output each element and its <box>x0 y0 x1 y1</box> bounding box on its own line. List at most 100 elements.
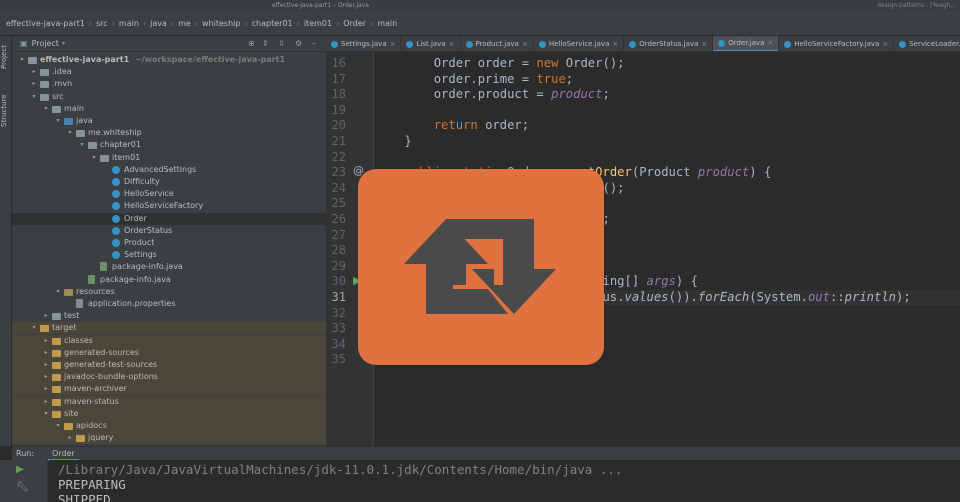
breadcrumb-item[interactable]: whiteship <box>202 19 240 28</box>
run-console[interactable]: /Library/Java/JavaVirtualMachines/jdk-11… <box>49 460 960 502</box>
tree-item[interactable]: Settings <box>12 249 326 261</box>
close-icon[interactable]: × <box>449 36 455 51</box>
tree-item[interactable]: ▾ resources <box>12 286 326 298</box>
chevron-right-icon[interactable]: ▸ <box>42 371 50 383</box>
tree-item[interactable]: ▾ src <box>12 91 326 103</box>
collapse-all-icon[interactable]: ⇳ <box>278 39 285 48</box>
tree-item-label: maven-status <box>64 396 119 406</box>
chevron-right-icon[interactable]: ▸ <box>42 359 50 371</box>
editor-tab[interactable]: List.java × <box>401 36 461 51</box>
tree-item[interactable]: ▾ effective-java-part1 ~/workspace/effecti… <box>12 54 326 66</box>
breadcrumb-item[interactable]: effective-java-part1 <box>6 19 85 28</box>
tree-item[interactable]: HelloService <box>12 188 326 200</box>
chevron-down-icon[interactable]: ▾ <box>54 115 62 127</box>
tree-item[interactable]: ▾ me.whiteship <box>12 127 326 139</box>
close-icon[interactable]: × <box>522 36 528 51</box>
tree-item[interactable]: application.properties <box>12 298 326 310</box>
chevron-right-icon[interactable]: ▸ <box>42 310 50 322</box>
editor-tab[interactable]: ServiceLoader.java× <box>894 36 960 51</box>
tree-item[interactable]: ▾ apidocs <box>12 420 326 432</box>
editor-tab[interactable]: Settings.java × <box>326 36 402 51</box>
breadcrumb-item[interactable]: chapter01 <box>252 19 293 28</box>
chevron-down-icon[interactable]: ▾ <box>54 286 62 298</box>
tree-item[interactable]: ▾ target <box>12 322 326 335</box>
chevron-right-icon[interactable]: ▸ <box>42 396 50 408</box>
tree-item[interactable]: HelloServiceFactory <box>12 200 326 212</box>
tree-item[interactable]: ▸ generated-test-sources <box>12 359 326 371</box>
line-number: 16 <box>331 56 346 70</box>
chevron-down-icon[interactable]: ▾ <box>42 103 50 115</box>
tree-item[interactable]: ▸ jquery <box>12 432 326 445</box>
chevron-down-icon[interactable]: ▾ <box>30 322 38 334</box>
tree-item[interactable]: ▸ maven-archiver <box>12 383 326 396</box>
tree-item[interactable]: ▸ javadoc-bundle-options <box>12 371 326 384</box>
tree-item[interactable]: ▾ chapter01 <box>12 139 326 151</box>
left-tool-strip: Project Structure <box>0 36 12 446</box>
tree-item[interactable]: ▾ item01 <box>12 152 326 164</box>
window-title: effective-java-part1 – Order.java <box>272 2 369 9</box>
structure-tool-tab[interactable]: Structure <box>0 86 12 136</box>
tree-item[interactable]: ▾ main <box>12 103 326 115</box>
chevron-down-icon[interactable]: ▾ <box>42 408 50 420</box>
editor-tab[interactable]: HelloServiceFactory.java × <box>779 36 895 51</box>
close-icon[interactable]: × <box>767 36 773 51</box>
tree-item[interactable]: ▸ test <box>12 310 326 322</box>
chevron-down-icon[interactable]: ▾ <box>78 139 86 151</box>
rerun-icon[interactable]: ▶ <box>16 464 24 475</box>
tree-item[interactable]: ▾ java <box>12 115 326 127</box>
gear-icon[interactable]: ⚙ <box>295 39 302 48</box>
project-panel-title[interactable]: Project <box>32 39 59 48</box>
chevron-down-icon[interactable]: ▾ <box>90 152 98 164</box>
tree-item[interactable]: ▸ classes <box>12 334 326 347</box>
editor-tab[interactable]: Order.java × <box>713 36 780 51</box>
breadcrumb-item[interactable]: java <box>150 19 167 28</box>
chevron-right-icon[interactable]: ▸ <box>42 335 50 347</box>
tree-item[interactable]: OrderStatus <box>12 225 326 237</box>
run-tab-order[interactable]: Order <box>48 447 79 461</box>
editor-tab[interactable]: Product.java × <box>461 36 534 51</box>
editor-tab[interactable]: OrderStatus.java × <box>624 36 714 51</box>
chevron-down-icon[interactable]: ▾ <box>54 420 62 432</box>
breadcrumb-item[interactable]: me <box>178 19 191 28</box>
chevron-right-icon[interactable]: ▸ <box>42 383 50 395</box>
breadcrumb-item[interactable]: main <box>377 19 397 28</box>
editor-tab[interactable]: HelloService.java × <box>534 36 625 51</box>
breadcrumb-item[interactable]: src <box>96 19 108 28</box>
chevron-down-icon[interactable]: ▾ <box>30 91 38 103</box>
tree-item[interactable]: package-info.java <box>12 274 326 286</box>
tree-item[interactable]: Product <box>12 237 326 249</box>
project-tool-tab[interactable]: Project <box>0 40 12 74</box>
tree-item[interactable]: package-info.java <box>12 261 326 273</box>
hide-icon[interactable]: – <box>312 39 316 48</box>
chevron-right-icon[interactable]: ▸ <box>66 432 74 444</box>
close-icon[interactable]: × <box>390 36 396 51</box>
chevron-down-icon[interactable]: ▾ <box>18 54 26 66</box>
chevron-right-icon[interactable]: ▸ <box>42 347 50 359</box>
close-icon[interactable]: × <box>701 36 707 51</box>
tree-item[interactable]: ▸ generated-sources <box>12 346 326 359</box>
chevron-down-icon[interactable]: ▾ <box>66 127 74 139</box>
tree-item[interactable]: ▾ site <box>12 407 326 420</box>
close-icon[interactable]: × <box>882 36 888 51</box>
line-number: 21 <box>331 134 346 148</box>
chevron-right-icon[interactable]: ▸ <box>30 78 38 90</box>
close-icon[interactable]: × <box>612 36 618 51</box>
editor-tab-label: HelloServiceFactory.java <box>794 40 880 48</box>
chevron-down-icon[interactable]: ▾ <box>62 40 65 47</box>
chevron-right-icon[interactable]: ▸ <box>30 66 38 78</box>
tree-item[interactable]: AdvancedSettings <box>12 164 326 176</box>
tree-item[interactable]: Order <box>12 212 326 225</box>
editor-tab-bar: Settings.java × List.java × Product.java × Hel… <box>326 36 960 52</box>
breadcrumb-item[interactable]: Order <box>343 19 366 28</box>
expand-all-icon[interactable]: ⇕ <box>262 39 269 48</box>
tree-item[interactable]: ▸ .mvn <box>12 78 326 90</box>
breadcrumb-item[interactable]: item01 <box>304 19 332 28</box>
breadcrumb-item[interactable]: main <box>119 19 139 28</box>
locate-icon[interactable]: ⊕ <box>248 39 255 48</box>
tree-item[interactable]: ▸ .idea <box>12 66 326 78</box>
wrench-icon[interactable]: 🔧︎ <box>16 482 29 493</box>
project-path-hint: ~/workspace/effective-java-part1 <box>135 55 286 64</box>
tree-item[interactable]: Difficulty <box>12 176 326 188</box>
tree-item-label: Product <box>124 238 155 247</box>
tree-item[interactable]: ▸ maven-status <box>12 395 326 408</box>
